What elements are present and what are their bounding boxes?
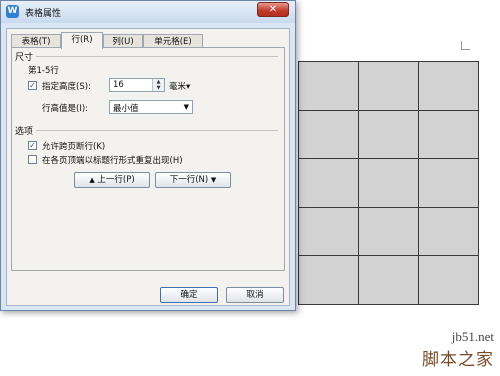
table-cell[interactable] [298,206,359,257]
table-cell[interactable] [358,206,419,257]
table-row [298,206,479,257]
table-row [298,158,479,208]
table-cell[interactable] [298,255,359,305]
table-row [298,255,479,305]
options-section-title: 选项 [15,127,34,137]
table-cell[interactable] [418,109,479,160]
table-cell[interactable] [298,158,359,208]
section-divider [36,56,278,57]
section-divider [36,130,278,131]
watermark-site: jb51.net [451,329,494,344]
specify-height-checkbox[interactable]: ✓ [28,81,37,90]
tab-cell[interactable]: 单元格(E) [143,34,203,48]
margin-corner-mark [461,41,470,50]
watermark-brand: 脚本之家 [422,350,494,369]
row-height-rule-value: 最小值 [113,104,139,114]
row-height-rule-select[interactable]: 最小值 ▼ [109,100,193,114]
allow-break-checkbox[interactable]: ✓ [28,141,37,150]
specify-height-label: 指定高度(S): [42,82,91,92]
tab-column[interactable]: 列(U) [103,34,143,48]
spinner-arrows: ▲ ▼ [152,79,164,91]
row-height-is-label: 行高值是(I): [42,104,89,114]
document-table[interactable] [298,61,479,305]
checkmark-icon: ✓ [29,81,36,90]
previous-row-button[interactable]: ▲ 上一行(P) [74,172,150,188]
height-unit-dropdown[interactable]: 毫米▾ [169,80,190,92]
row-height-value: 16 [113,80,124,90]
previous-row-label: 上一行(P) [97,175,135,185]
table-cell[interactable] [418,61,479,111]
next-row-button[interactable]: 下一行(N) ▼ [155,172,231,188]
table-cell[interactable] [358,158,419,208]
table-cell[interactable] [298,109,359,160]
repeat-header-checkbox[interactable] [28,155,37,164]
next-row-label: 下一行(N) [169,175,209,185]
tab-table[interactable]: 表格(T) [11,34,61,48]
table-cell[interactable] [358,61,419,111]
ok-button[interactable]: 确定 [160,287,218,303]
table-row [298,109,479,160]
row-height-spinbox[interactable]: 16 ▲ ▼ [109,78,165,92]
table-cell[interactable] [358,109,419,160]
table-cell[interactable] [418,206,479,257]
table-cell[interactable] [418,255,479,305]
arrow-down-icon: ▼ [210,176,217,184]
tab-row[interactable]: 行(R) [61,32,103,49]
dialog-titlebar[interactable]: W 表格属性 ✕ [1,1,295,23]
close-button[interactable]: ✕ [257,2,289,17]
table-properties-dialog: W 表格属性 ✕ 表格(T) 行(R) 列(U) 单元格(E) 尺寸 第1-5行… [0,0,296,311]
table-cell[interactable] [358,255,419,305]
checkmark-icon: ✓ [29,141,36,150]
table-cell[interactable] [418,158,479,208]
dialog-title: 表格属性 [25,9,62,19]
arrow-up-icon: ▲ [89,176,95,184]
chevron-down-icon: ▼ [183,103,189,111]
allow-break-label: 允许跨页断行(K) [42,142,106,152]
dialog-client-area: 表格(T) 行(R) 列(U) 单元格(E) 尺寸 第1-5行 ✓ 指定高度(S… [6,28,290,306]
repeat-header-label: 在各页顶端以标题行形式重复出现(H) [42,156,183,166]
rows-range-label: 第1-5行 [28,66,59,76]
cancel-button[interactable]: 取消 [226,287,284,303]
watermark: jb51.net 脚本之家 [422,329,494,370]
wps-app-icon: W [6,5,19,18]
size-section-title: 尺寸 [15,53,34,63]
table-row [298,61,479,111]
spin-down-icon[interactable]: ▼ [153,85,164,91]
table-cell[interactable] [298,61,359,111]
row-tab-panel: 尺寸 第1-5行 ✓ 指定高度(S): 16 ▲ ▼ 毫米▾ 行高值是(I): … [11,47,285,271]
